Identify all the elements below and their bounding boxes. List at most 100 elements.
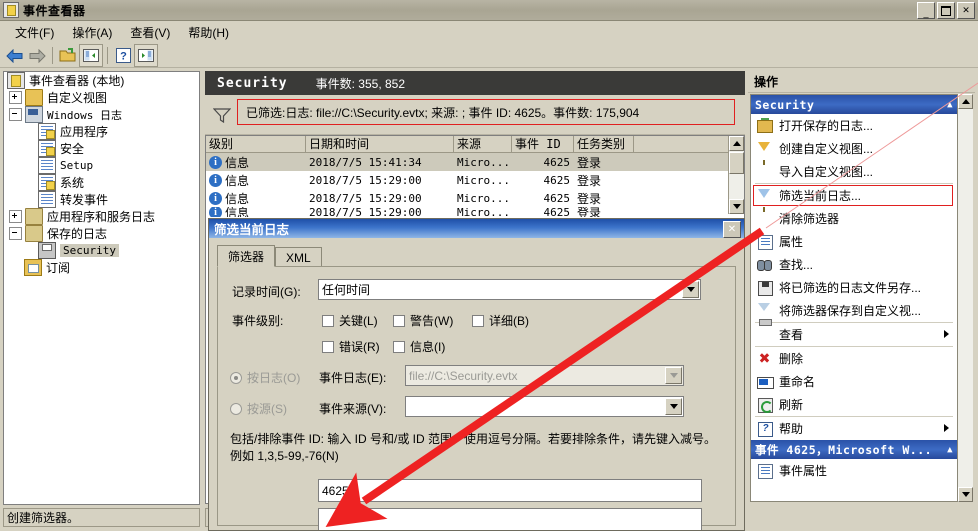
action-rename[interactable]: 重命名	[751, 370, 957, 393]
checkbox-critical[interactable]: 关键(L)	[322, 312, 378, 329]
menu-action[interactable]: 操作(A)	[63, 22, 121, 43]
dialog-tabs[interactable]: 筛选器 XML	[217, 245, 322, 267]
tree-item-windows-logs[interactable]: Windows 日志	[4, 106, 199, 123]
open-folder-icon[interactable]	[57, 45, 79, 66]
show-hide-action-pane-icon[interactable]	[134, 44, 158, 67]
keywords-input[interactable]	[318, 508, 702, 531]
logged-label: 记录时间(G):	[232, 283, 317, 300]
action-find[interactable]: 查找...	[751, 253, 957, 276]
event-id-input[interactable]: 4625	[318, 479, 702, 502]
table-row[interactable]: i 信息 2018/7/5 15:29:00 Micro... 4625 登录	[206, 207, 744, 217]
tree-item-label: 保存的日志	[47, 225, 107, 242]
minimize-button[interactable]: _	[917, 2, 935, 19]
back-icon[interactable]	[4, 45, 26, 66]
checkbox-information-box[interactable]	[393, 341, 405, 353]
column-header-event-id[interactable]: 事件 ID	[512, 136, 574, 152]
chevron-down-icon[interactable]	[682, 281, 699, 298]
scroll-up-button[interactable]	[958, 94, 973, 109]
chevron-down-icon[interactable]	[665, 367, 682, 384]
chevron-right-icon[interactable]	[944, 424, 949, 434]
filter-current-log-dialog[interactable]: 筛选当前日志 ✕ 筛选器 XML 记录时间(G): 任何时间 事件级别: 关键(…	[208, 218, 745, 531]
column-header-task-category[interactable]: 任务类别	[574, 136, 634, 152]
action-import-custom-view[interactable]: 导入自定义视图...	[751, 160, 957, 183]
tree-root[interactable]: 事件查看器 (本地)	[4, 72, 199, 89]
actions-section-security[interactable]: Security ▲	[751, 95, 957, 114]
table-row[interactable]: i 信息 2018/7/5 15:41:34 Micro... 4625 登录	[206, 153, 744, 171]
expander-plus-icon[interactable]	[9, 91, 22, 104]
checkbox-information[interactable]: 信息(I)	[393, 338, 445, 355]
chevron-right-icon[interactable]	[944, 330, 949, 340]
action-save-filter-to-custom-view[interactable]: 将筛选器保存到自定义视...	[751, 299, 957, 322]
radio-by-log[interactable]: 按日志(O)	[230, 369, 300, 386]
expander-minus-icon[interactable]	[9, 227, 22, 240]
action-filter-current-log[interactable]: 筛选当前日志...	[751, 184, 957, 207]
event-log-combobox[interactable]: file://C:\Security.evtx	[405, 365, 684, 386]
tab-filter[interactable]: 筛选器	[217, 245, 275, 267]
tree-item-security-saved[interactable]: Security	[4, 242, 199, 259]
action-open-saved-log[interactable]: 打开保存的日志...	[751, 114, 957, 137]
show-hide-tree-icon[interactable]	[79, 44, 103, 67]
tree-item-label: 自定义视图	[47, 89, 107, 106]
logged-combobox[interactable]: 任何时间	[318, 279, 701, 300]
column-header-source[interactable]: 来源	[454, 136, 512, 152]
checkbox-verbose-box[interactable]	[472, 315, 484, 327]
action-clear-filter[interactable]: 清除筛选器	[751, 207, 957, 230]
radio-by-source-button[interactable]	[230, 403, 242, 415]
actions-list[interactable]: Security ▲ 打开保存的日志... 创建自定义视图... 导入自定义视图…	[750, 94, 958, 502]
column-header-level[interactable]: 级别	[206, 136, 306, 152]
expander-minus-icon[interactable]	[9, 108, 22, 121]
dialog-close-button[interactable]: ✕	[723, 221, 741, 238]
action-view[interactable]: 查看	[751, 323, 957, 346]
checkbox-warning-box[interactable]	[393, 315, 405, 327]
column-header-datetime[interactable]: 日期和时间	[306, 136, 454, 152]
tree-item-forwarded-events[interactable]: 转发事件	[4, 191, 199, 208]
menu-help[interactable]: 帮助(H)	[179, 22, 238, 43]
event-source-combobox[interactable]	[405, 396, 684, 417]
tree-item-custom-views[interactable]: 自定义视图	[4, 89, 199, 106]
column-header-blank[interactable]	[634, 136, 724, 152]
actions-scrollbar[interactable]	[958, 94, 973, 502]
checkbox-error-box[interactable]	[322, 341, 334, 353]
scroll-thumb[interactable]	[729, 152, 744, 174]
tree-item-setup[interactable]: Setup	[4, 157, 199, 174]
radio-by-source[interactable]: 按源(S)	[230, 400, 287, 417]
checkbox-warning[interactable]: 警告(W)	[393, 312, 453, 329]
tree-item-system[interactable]: 系统	[4, 174, 199, 191]
tree-item-subscriptions[interactable]: 订阅	[4, 259, 199, 276]
action-create-custom-view[interactable]: 创建自定义视图...	[751, 137, 957, 160]
action-help[interactable]: ? 帮助	[751, 417, 957, 440]
help-icon[interactable]: ?	[112, 45, 134, 66]
chevron-up-icon[interactable]: ▲	[947, 100, 953, 110]
forward-icon[interactable]	[26, 45, 48, 66]
menu-view[interactable]: 查看(V)	[121, 22, 179, 43]
tree-item-apps-services-logs[interactable]: 应用程序和服务日志	[4, 208, 199, 225]
checkbox-verbose[interactable]: 详细(B)	[472, 312, 529, 329]
checkbox-critical-box[interactable]	[322, 315, 334, 327]
action-properties[interactable]: 属性	[751, 230, 957, 253]
scroll-down-button[interactable]	[958, 487, 973, 502]
expander-plus-icon[interactable]	[9, 210, 22, 223]
action-refresh[interactable]: 刷新	[751, 393, 957, 416]
chevron-down-icon[interactable]	[665, 398, 682, 415]
scroll-up-button[interactable]	[729, 136, 744, 151]
actions-section-event[interactable]: 事件 4625，Microsoft W... ▲	[751, 440, 957, 459]
tree-item-saved-logs[interactable]: 保存的日志	[4, 225, 199, 242]
tree-item-application[interactable]: 应用程序	[4, 123, 199, 140]
tree-item-security[interactable]: 安全	[4, 140, 199, 157]
scroll-down-button[interactable]	[729, 199, 744, 214]
table-row[interactable]: i 信息 2018/7/5 15:29:00 Micro... 4625 登录	[206, 189, 744, 207]
chevron-up-icon[interactable]: ▲	[947, 445, 953, 455]
filter-description[interactable]: 已筛选:日志: file://C:\Security.evtx; 来源: ; 事…	[237, 99, 735, 125]
action-save-filtered-log[interactable]: 将已筛选的日志文件另存...	[751, 276, 957, 299]
action-event-properties[interactable]: 事件属性	[751, 459, 957, 482]
checkbox-error[interactable]: 错误(R)	[322, 338, 380, 355]
navigation-tree[interactable]: 事件查看器 (本地) 自定义视图 Windows 日志 应用程序 安全 Setu…	[3, 71, 200, 505]
menu-file[interactable]: 文件(F)	[6, 22, 63, 43]
close-button[interactable]: ✕	[957, 2, 975, 19]
radio-by-log-button[interactable]	[230, 372, 242, 384]
maximize-button[interactable]	[937, 2, 955, 19]
tab-xml[interactable]: XML	[275, 247, 322, 267]
table-row[interactable]: i 信息 2018/7/5 15:29:00 Micro... 4625 登录	[206, 171, 744, 189]
event-list-scrollbar[interactable]	[728, 136, 744, 214]
action-delete[interactable]: ✖ 删除	[751, 347, 957, 370]
